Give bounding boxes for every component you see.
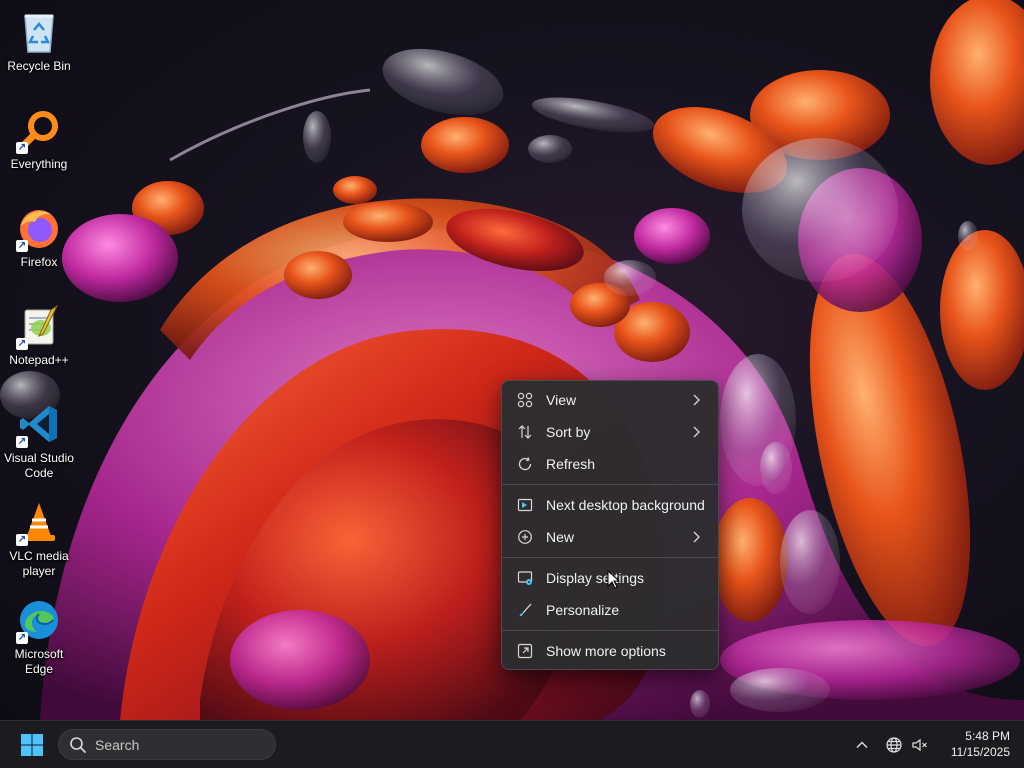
shortcut-arrow-icon: ↗ <box>16 338 28 350</box>
view-grid-icon <box>516 391 534 409</box>
desktop-icon-firefox[interactable]: ↗ Firefox <box>2 204 76 270</box>
menu-separator <box>502 630 718 631</box>
volume-muted-icon[interactable] <box>910 735 930 755</box>
desktop-icon-everything[interactable]: ↗ Everything <box>2 106 76 172</box>
clock-time: 5:48 PM <box>965 729 1010 743</box>
show-hidden-icons-chevron-up-icon[interactable] <box>852 735 872 755</box>
taskbar-clock[interactable]: 5:48 PM 11/15/2025 <box>938 728 1010 760</box>
desktop-icon-label: Microsoft Edge <box>14 647 64 676</box>
menu-item-refresh[interactable]: Refresh <box>506 449 714 479</box>
display-settings-icon <box>516 569 534 587</box>
new-plus-icon <box>516 528 534 546</box>
everything-search-icon: ↗ <box>15 106 63 154</box>
sort-icon <box>516 423 534 441</box>
menu-item-label: Next desktop background <box>546 497 705 513</box>
menu-item-personalize[interactable]: Personalize <box>506 595 714 625</box>
desktop-icon-notepad-plus-plus[interactable]: ↗ Notepad++ <box>2 302 76 368</box>
menu-item-new[interactable]: New <box>506 522 714 552</box>
shortcut-arrow-icon: ↗ <box>16 534 28 546</box>
notepad-plus-plus-icon: ↗ <box>15 302 63 350</box>
show-more-options-icon <box>516 642 534 660</box>
desktop-icon-label: Notepad++ <box>9 353 69 367</box>
start-button[interactable] <box>14 730 50 760</box>
taskbar-search-box[interactable]: Search <box>58 729 276 760</box>
menu-separator <box>502 484 718 485</box>
mouse-cursor-icon <box>607 570 621 589</box>
desktop-icon-label: Everything <box>10 157 68 171</box>
menu-item-sort-by[interactable]: Sort by <box>506 417 714 447</box>
recycle-bin-icon <box>15 8 63 56</box>
desktop-icon-label: Visual Studio Code <box>4 451 74 480</box>
shortcut-arrow-icon: ↗ <box>16 632 28 644</box>
clock-date: 11/15/2025 <box>950 745 1010 759</box>
menu-item-label: Sort by <box>546 424 591 440</box>
menu-item-view[interactable]: View <box>506 385 714 415</box>
shortcut-arrow-icon: ↗ <box>16 240 28 252</box>
next-background-icon <box>516 496 534 514</box>
chevron-right-icon <box>693 426 700 438</box>
menu-item-next-desktop-background[interactable]: Next desktop background <box>506 490 714 520</box>
desktop-icon-recycle-bin[interactable]: Recycle Bin <box>2 8 76 74</box>
desktop[interactable]: Recycle Bin ↗ Everything ↗ Firefox ↗ Not… <box>0 0 1024 720</box>
chevron-right-icon <box>693 531 700 543</box>
network-globe-icon[interactable] <box>884 735 904 755</box>
desktop-icon-label: Firefox <box>20 255 58 269</box>
taskbar: Search 5:48 PM 11/15/2025 <box>0 720 1024 768</box>
desktop-icon-edge[interactable]: ↗ Microsoft Edge <box>2 596 76 677</box>
desktop-context-menu: View Sort by Refresh Next desktop backgr… <box>501 380 719 670</box>
menu-item-label: Refresh <box>546 456 596 472</box>
menu-item-label: Show more options <box>546 643 666 659</box>
desktop-icon-label: VLC media player <box>9 549 69 578</box>
personalize-brush-icon <box>516 601 534 619</box>
desktop-icon-label: Recycle Bin <box>7 59 71 73</box>
menu-item-show-more-options[interactable]: Show more options <box>506 636 714 666</box>
shortcut-arrow-icon: ↗ <box>16 436 28 448</box>
shortcut-arrow-icon: ↗ <box>16 142 28 154</box>
refresh-icon <box>516 455 534 473</box>
search-icon <box>70 736 86 753</box>
menu-separator <box>502 557 718 558</box>
firefox-icon: ↗ <box>15 204 63 252</box>
menu-item-label: Display settings <box>546 570 645 586</box>
search-placeholder: Search <box>95 736 140 753</box>
menu-item-label: Personalize <box>546 602 620 618</box>
edge-icon: ↗ <box>15 596 63 644</box>
vscode-icon: ↗ <box>15 400 63 448</box>
desktop-icon-vlc[interactable]: ↗ VLC media player <box>2 498 76 579</box>
menu-item-label: View <box>546 392 577 408</box>
menu-item-label: New <box>546 529 575 545</box>
desktop-icon-vscode[interactable]: ↗ Visual Studio Code <box>2 400 76 481</box>
chevron-right-icon <box>693 394 700 406</box>
windows-logo-icon <box>21 734 43 756</box>
vlc-icon: ↗ <box>15 498 63 546</box>
